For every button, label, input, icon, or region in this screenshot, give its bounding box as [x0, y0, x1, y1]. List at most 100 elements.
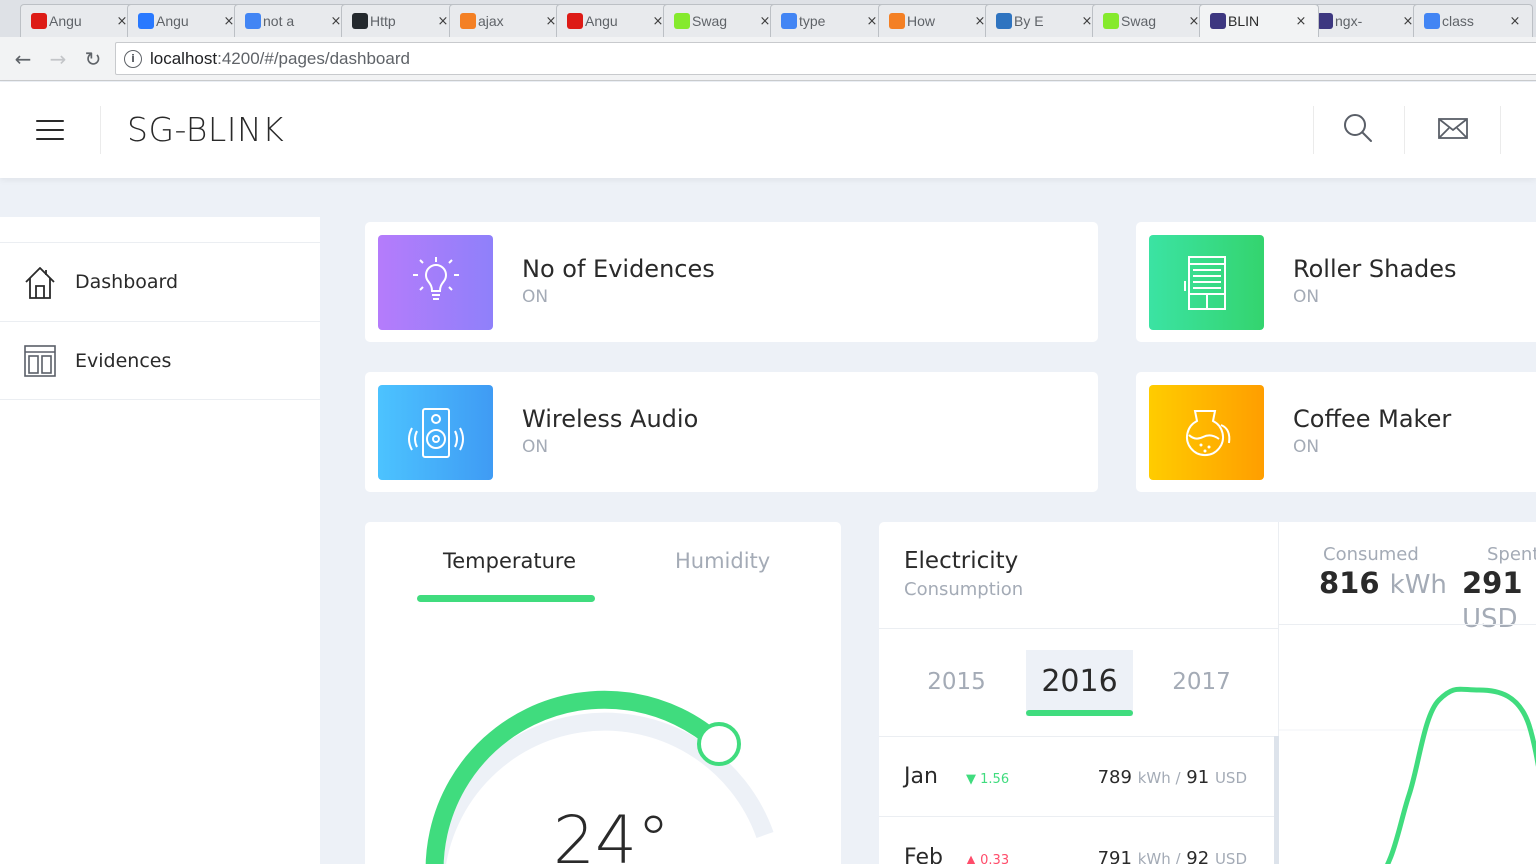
menu-toggle-icon[interactable] — [36, 120, 64, 140]
list-item: Feb ▲ 0.33 791 kWh / 92 USD — [879, 818, 1274, 864]
month-delta: ▲ 0.33 — [966, 853, 1009, 864]
reload-icon[interactable]: ↻ — [81, 47, 105, 71]
browser-tab[interactable]: By E × — [985, 4, 1105, 37]
stackoverflow-icon — [460, 13, 476, 29]
status-title: Coffee Maker — [1293, 405, 1452, 433]
brand-title[interactable]: SG-BLINK — [127, 110, 284, 149]
status-card-evidences[interactable]: No of Evidences ON — [365, 222, 1098, 342]
status-title: Wireless Audio — [522, 405, 699, 433]
layout-icon — [24, 345, 56, 377]
sidebar-item-dashboard[interactable]: Dashboard — [0, 242, 320, 321]
info-icon[interactable]: i — [124, 49, 142, 68]
browser-tab[interactable]: ngx- × — [1306, 4, 1426, 37]
temperature-card: Temperature Humidity 24° — [365, 522, 841, 864]
status-icon-box — [378, 385, 493, 480]
browser-address-bar: ← → ↻ i localhost:4200/#/pages/dashboard — [0, 37, 1536, 81]
spent-label: Spent — [1487, 544, 1536, 565]
consumption-chart[interactable] — [1279, 625, 1536, 864]
light-bulb-icon — [412, 256, 459, 300]
usd-unit: USD — [1214, 850, 1247, 864]
status-icon-box — [378, 235, 493, 330]
tab-title: ngx- — [1335, 13, 1363, 29]
month-name: Jan — [904, 764, 938, 789]
status-card-roller-shades[interactable]: Roller Shades ON — [1136, 222, 1536, 342]
browser-tab[interactable]: How × — [878, 4, 998, 37]
consumption-line — [1385, 686, 1536, 864]
swagger-icon — [674, 13, 690, 29]
kwh-value: 789 — [1097, 767, 1132, 788]
close-icon[interactable]: × — [865, 14, 879, 29]
status-title: No of Evidences — [522, 255, 715, 283]
delta-value: 1.56 — [980, 772, 1010, 787]
search-icon[interactable] — [1342, 112, 1374, 144]
close-icon[interactable]: × — [436, 14, 450, 29]
tab-title: type — [799, 13, 826, 29]
sidebar-item-label: Dashboard — [75, 271, 179, 293]
tab-year-2016[interactable]: 2016 — [1026, 650, 1133, 716]
consumed-value: 816 kWh — [1319, 566, 1447, 600]
browser-tab[interactable]: ajax × — [449, 4, 569, 37]
kwh-value: 791 — [1097, 848, 1132, 864]
header-divider — [1500, 106, 1501, 154]
tab-title: How — [907, 13, 936, 29]
google-icon — [781, 13, 797, 29]
tab-title: ajax — [478, 13, 504, 29]
tab-title: not a — [263, 13, 295, 29]
dial-handle[interactable] — [697, 722, 741, 766]
back-arrow-icon[interactable]: ← — [11, 47, 35, 71]
consumed-number: 816 — [1319, 566, 1380, 600]
browser-tab[interactable]: Angu × — [556, 4, 676, 37]
url-path: :4200/#/pages/dashboard — [217, 48, 410, 68]
sidebar-item-evidences[interactable]: Evidences — [0, 321, 320, 400]
forward-arrow-icon[interactable]: → — [46, 47, 70, 71]
url-input[interactable]: i localhost:4200/#/pages/dashboard — [115, 42, 1536, 75]
status-state: ON — [1293, 437, 1320, 457]
tab-title: Http — [370, 13, 396, 29]
tab-title: BLIN — [1228, 13, 1260, 29]
header-divider — [1404, 106, 1405, 154]
roller-shades-icon — [1183, 255, 1226, 310]
tab-title: Angu — [585, 13, 618, 29]
angular-icon — [567, 13, 583, 29]
close-icon[interactable]: × — [1294, 14, 1308, 29]
app-icon — [1210, 13, 1226, 29]
browser-tab[interactable]: Http × — [341, 4, 461, 37]
tab-year-2017[interactable]: 2017 — [1148, 650, 1255, 716]
status-icon-box — [1149, 235, 1264, 330]
header-divider — [100, 106, 101, 154]
sidebar-item-label: Evidences — [75, 350, 172, 372]
electricity-summary: Electricity Consumption 2015 2016 2017 J… — [879, 522, 1279, 864]
month-delta: ▼ 1.56 — [966, 772, 1010, 787]
browser-tab[interactable]: class × — [1413, 4, 1533, 37]
close-icon[interactable]: × — [1508, 14, 1522, 29]
status-state: ON — [522, 437, 549, 457]
month-value: 791 kWh / 92 USD — [1098, 848, 1247, 864]
google-icon — [1424, 13, 1440, 29]
browser-tab[interactable]: BLIN × — [1199, 4, 1319, 37]
github-icon — [352, 13, 368, 29]
speaker-icon — [407, 407, 464, 458]
month-name: Feb — [904, 845, 943, 864]
app-header: SG-BLINK — [0, 82, 1536, 178]
browser-tab[interactable]: Angu × — [127, 4, 247, 37]
browser-tab[interactable]: Angu × — [20, 4, 140, 37]
temperature-value: 24° — [553, 802, 670, 864]
browser-tab[interactable]: Swag × — [1092, 4, 1212, 37]
status-icon-box — [1149, 385, 1264, 480]
divider — [879, 628, 1279, 629]
active-year-indicator — [1026, 710, 1133, 716]
status-card-wireless-audio[interactable]: Wireless Audio ON — [365, 372, 1098, 492]
tab-title: Angu — [156, 13, 189, 29]
consumed-label: Consumed — [1323, 544, 1419, 565]
delta-value: 0.33 — [980, 853, 1010, 864]
browser-tab[interactable]: not a × — [234, 4, 354, 37]
tab-year-2015[interactable]: 2015 — [903, 650, 1010, 716]
status-state: ON — [522, 287, 549, 307]
browser-tab[interactable]: type × — [770, 4, 890, 37]
status-card-coffee-maker[interactable]: Coffee Maker ON — [1136, 372, 1536, 492]
browser-tab[interactable]: Swag × — [663, 4, 783, 37]
spent-number: 291 — [1462, 566, 1523, 600]
google-icon — [245, 13, 261, 29]
mail-icon[interactable] — [1437, 112, 1469, 144]
kwh-unit: kWh / — [1137, 850, 1181, 864]
